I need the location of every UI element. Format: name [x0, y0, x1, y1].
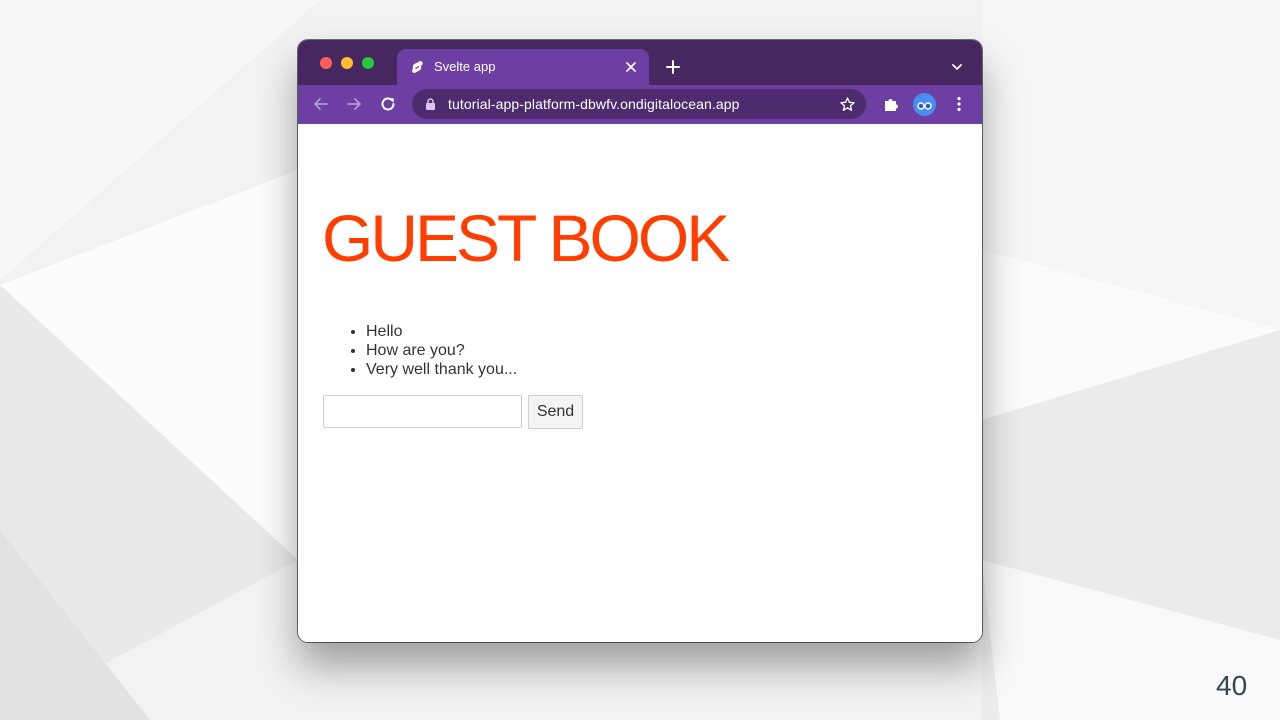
send-button[interactable]: Send [528, 395, 583, 429]
browser-window: Svelte app tutorial-app-platform-dbwfv.o… [298, 40, 982, 642]
avatar-icon [917, 102, 932, 110]
close-tab-icon[interactable] [624, 60, 638, 74]
slide-number: 40 [1216, 670, 1248, 701]
lock-icon[interactable] [425, 98, 436, 110]
back-arrow-icon[interactable] [312, 95, 330, 113]
reload-icon[interactable] [379, 95, 397, 113]
page-content: GUEST BOOK Hello How are you? Very well … [298, 124, 982, 642]
extensions-puzzle-icon[interactable] [882, 95, 900, 113]
message-list: Hello How are you? Very well thank you..… [342, 322, 517, 379]
tab-title: Svelte app [434, 59, 496, 74]
list-item: How are you? [366, 341, 517, 360]
window-maximize-button[interactable] [362, 57, 374, 69]
window-close-button[interactable] [320, 57, 332, 69]
bookmark-star-icon[interactable] [839, 96, 856, 113]
tab-svelte-app[interactable]: Svelte app [397, 49, 649, 85]
svelte-icon [412, 61, 423, 73]
list-item: Hello [366, 322, 517, 341]
profile-avatar[interactable] [913, 93, 936, 116]
new-tab-icon[interactable] [665, 59, 681, 75]
page-title: GUEST BOOK [322, 201, 730, 275]
address-bar[interactable]: tutorial-app-platform-dbwfv.ondigitaloce… [412, 89, 866, 119]
browser-titlebar: Svelte app [298, 40, 982, 85]
kebab-menu-icon[interactable] [950, 95, 968, 113]
chevron-down-icon[interactable] [950, 60, 964, 74]
list-item: Very well thank you... [366, 360, 517, 379]
window-minimize-button[interactable] [341, 57, 353, 69]
forward-arrow-icon[interactable] [345, 95, 363, 113]
browser-toolbar: tutorial-app-platform-dbwfv.ondigitaloce… [298, 85, 982, 124]
message-input[interactable] [323, 395, 522, 428]
url-text[interactable]: tutorial-app-platform-dbwfv.ondigitaloce… [448, 96, 740, 112]
